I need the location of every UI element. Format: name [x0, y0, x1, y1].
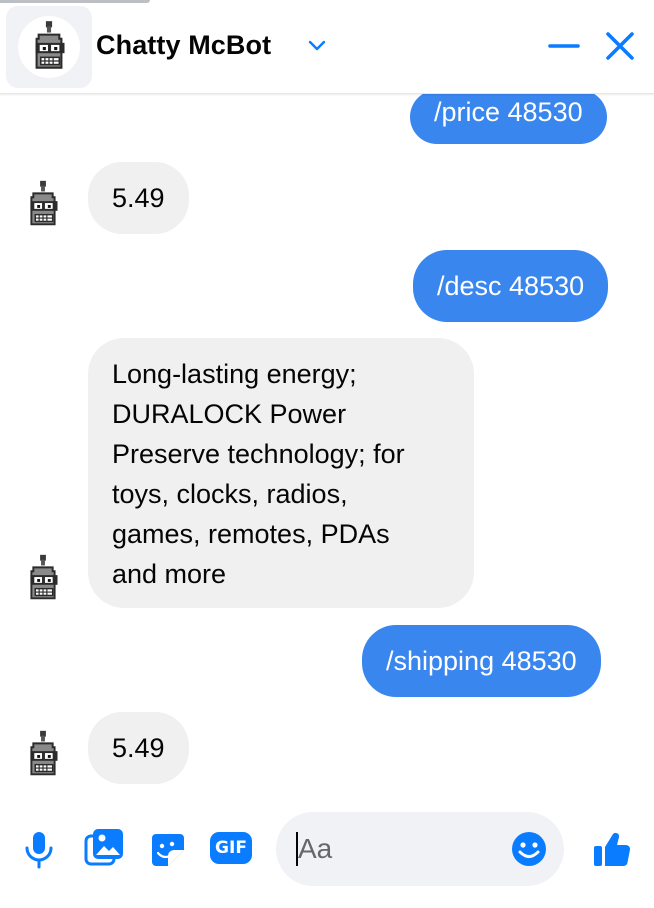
chevron-down-icon[interactable] [306, 36, 328, 56]
outgoing-message[interactable]: /price 48530 [410, 90, 607, 144]
header-avatar[interactable] [6, 6, 92, 88]
thumbs-up-icon[interactable] [592, 830, 632, 870]
gif-icon[interactable]: GIF [210, 832, 252, 864]
incoming-message[interactable]: Long-lasting energy; DURALOCK Power Pres… [88, 338, 474, 608]
message-line: toys, clocks, radios, [112, 479, 348, 509]
message-line: Long-lasting energy; [112, 359, 357, 389]
message-line: games, remotes, PDAs [112, 519, 390, 549]
photo-icon[interactable] [82, 826, 126, 868]
bot-avatar[interactable] [14, 726, 72, 784]
close-icon[interactable] [602, 28, 638, 64]
message-line: Preserve technology; for [112, 439, 405, 469]
robot-icon [14, 176, 72, 234]
emoji-icon[interactable] [510, 830, 548, 868]
header-divider [0, 0, 150, 3]
text-cursor [296, 832, 298, 866]
sticker-icon[interactable] [148, 830, 188, 870]
message-input[interactable]: Aa [276, 812, 564, 886]
chat-header: Chatty McBot [0, 0, 654, 94]
message-composer: GIF Aa [0, 808, 654, 908]
chat-title[interactable]: Chatty McBot [96, 30, 271, 61]
minimize-icon[interactable] [546, 28, 582, 64]
robot-icon [14, 726, 72, 784]
message-line: and more [112, 559, 227, 589]
message-input-placeholder: Aa [298, 833, 333, 864]
robot-icon [14, 550, 72, 608]
microphone-icon[interactable] [22, 830, 56, 870]
bot-avatar[interactable] [14, 550, 72, 608]
incoming-message[interactable]: 5.49 [88, 712, 189, 784]
incoming-message[interactable]: 5.49 [88, 162, 189, 234]
robot-icon [18, 16, 80, 78]
outgoing-message[interactable]: /desc 48530 [413, 250, 609, 322]
message-thread: /price 48530 5.49 /desc 48530 Long-lasti… [0, 0, 654, 908]
outgoing-message[interactable]: /shipping 48530 [362, 625, 601, 697]
message-line: DURALOCK Power [112, 399, 347, 429]
bot-avatar[interactable] [14, 176, 72, 234]
